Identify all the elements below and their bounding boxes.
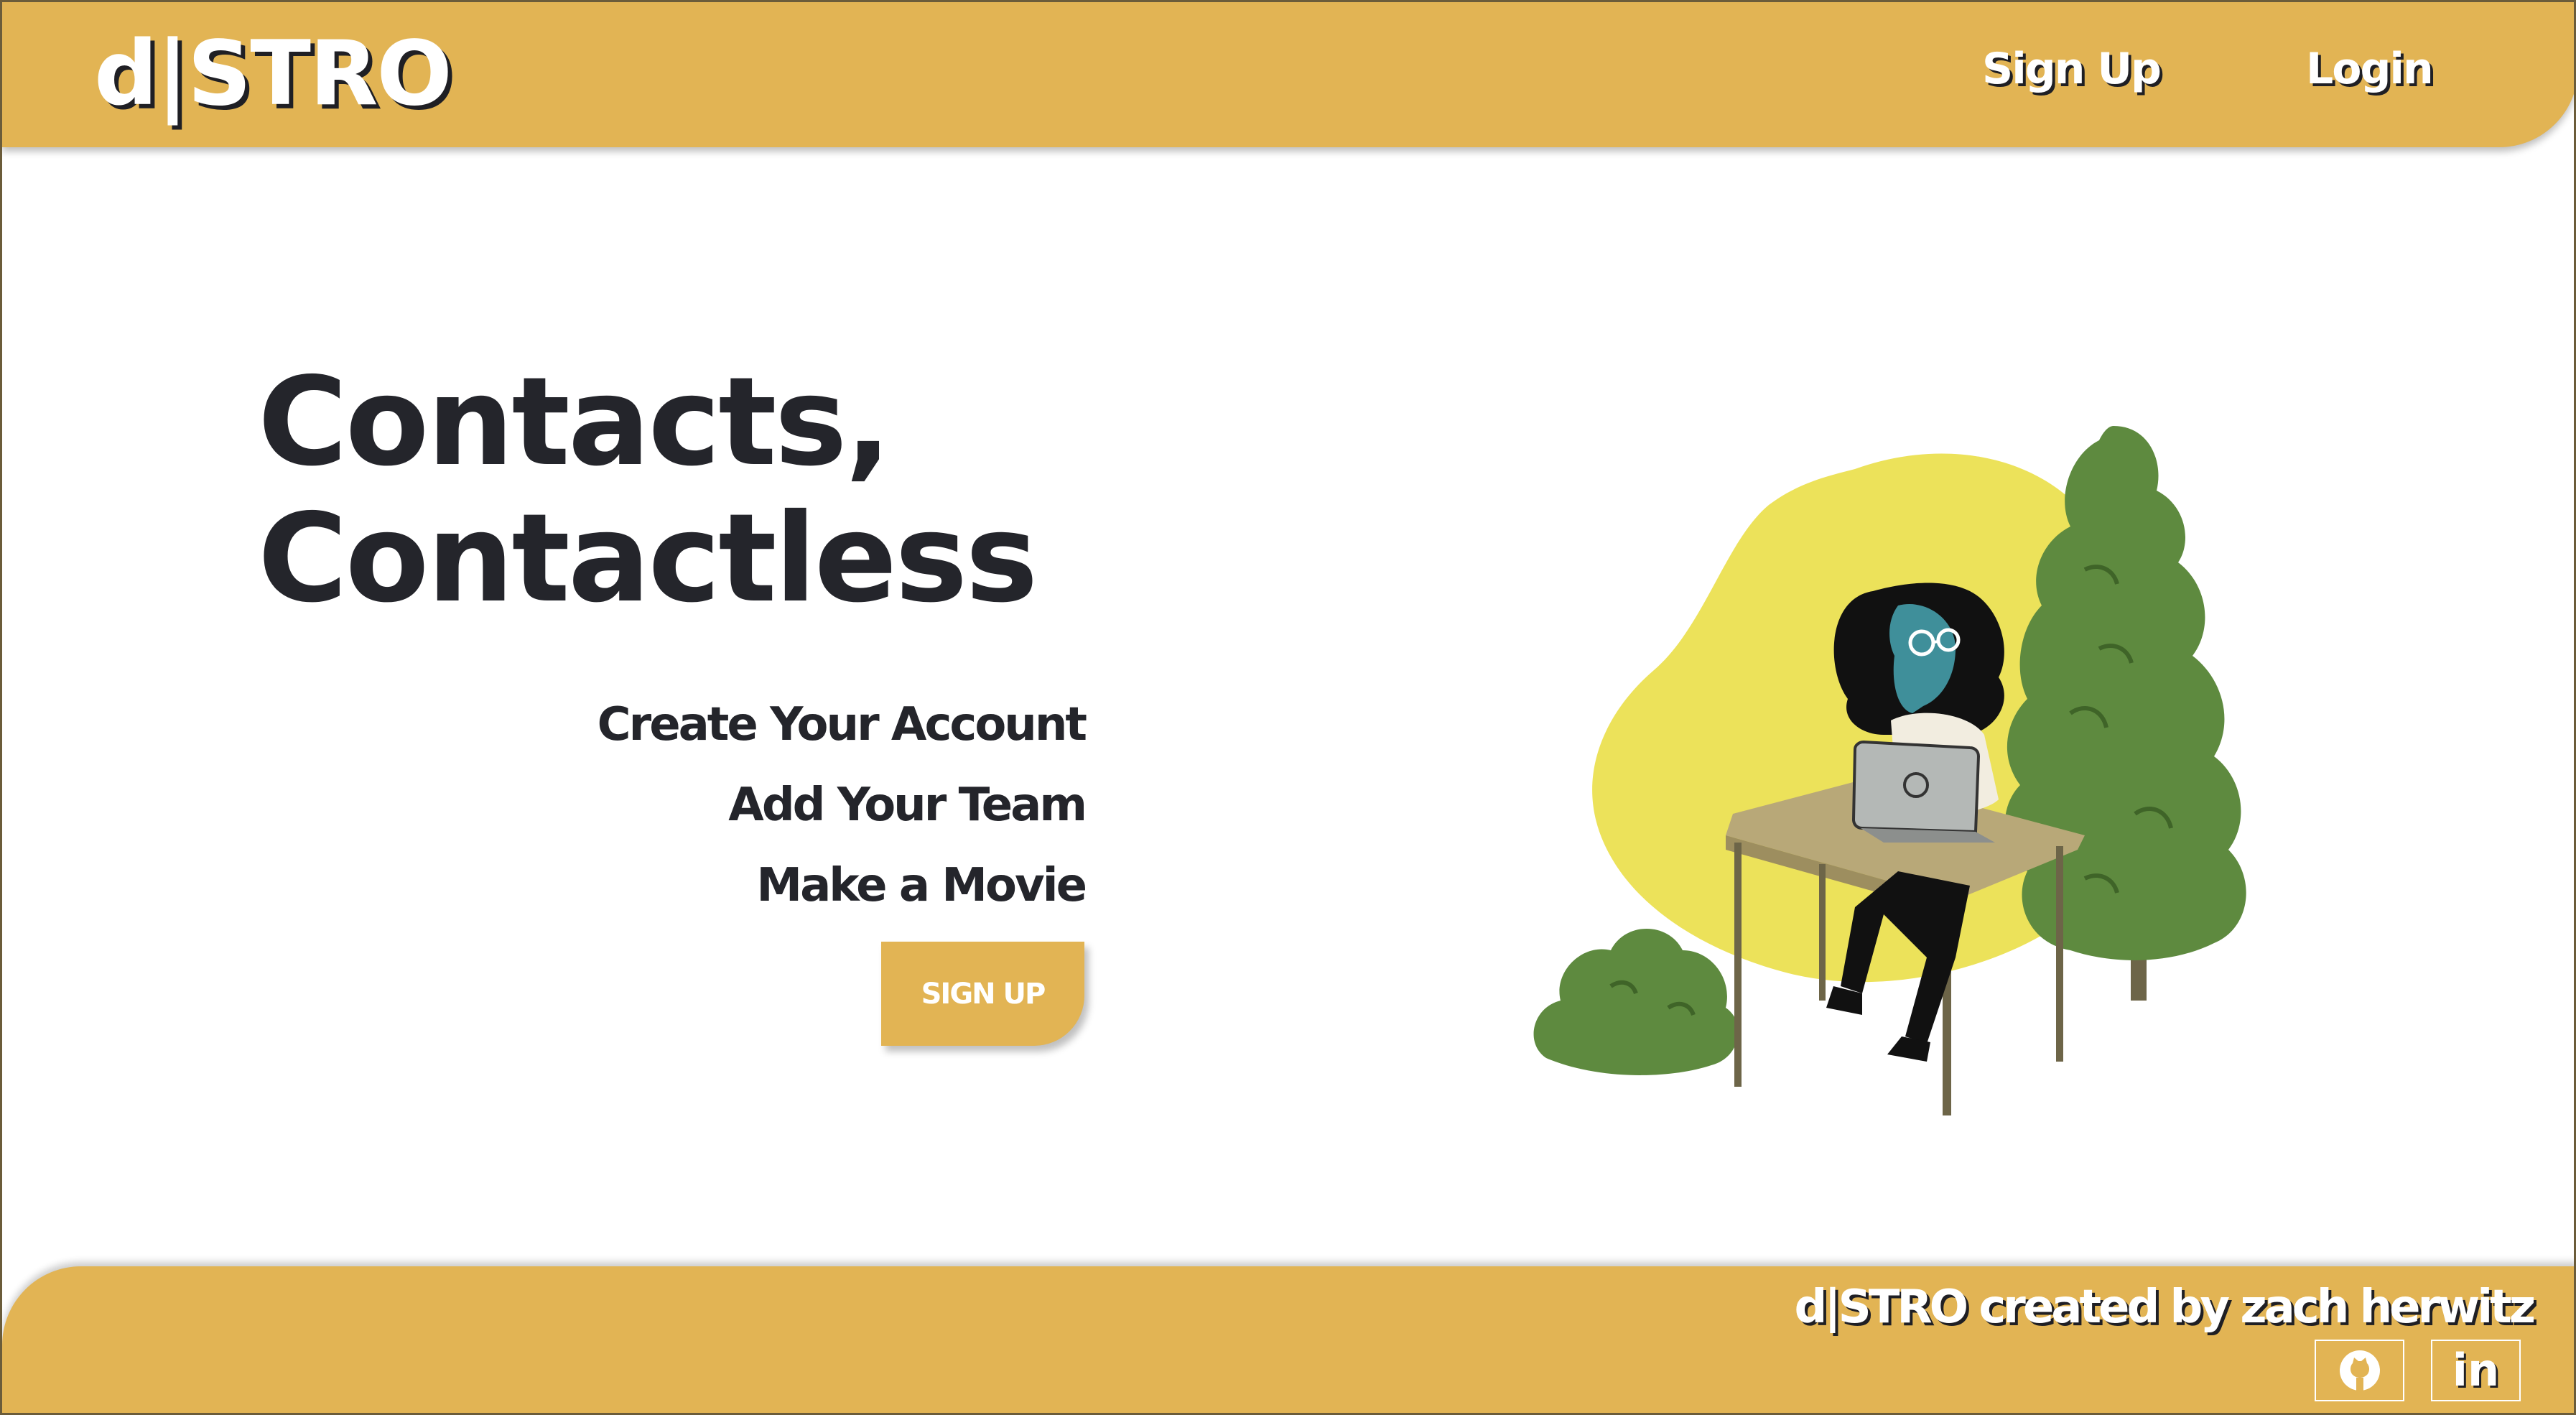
header-bar: d|STRO Sign Up Login: [2, 2, 2574, 147]
step-create-account: Create Your Account: [597, 698, 1087, 751]
github-icon: [2339, 1350, 2380, 1391]
hero-title-line-2: Contactless: [258, 488, 1038, 630]
hero-title: Contacts, Contactless: [258, 354, 1191, 627]
footer-credit: d|STRO created by zach herwitz: [1794, 1281, 2536, 1334]
step-make-movie: Make a Movie: [756, 859, 1087, 912]
steps-list: Create Your Account Add Your Team Make a…: [577, 685, 1087, 926]
footer-bar: d|STRO created by zach herwitz in: [2, 1266, 2574, 1413]
linkedin-link[interactable]: in: [2431, 1340, 2521, 1401]
nav-login-link[interactable]: Login: [2306, 44, 2434, 94]
left-bush: [1533, 929, 1739, 1075]
signup-cta-button[interactable]: SIGN UP: [881, 942, 1084, 1046]
laptop: [1851, 740, 1995, 843]
hero-illustration: [1533, 426, 2246, 1115]
logo[interactable]: d|STRO: [94, 24, 452, 124]
linkedin-icon: in: [2452, 1344, 2500, 1396]
page: d|STRO Sign Up Login Contacts, Contactle…: [0, 0, 2576, 1415]
github-link[interactable]: [2315, 1340, 2404, 1401]
nav-signup-link[interactable]: Sign Up: [1982, 44, 2162, 94]
hero-title-line-1: Contacts,: [258, 351, 891, 493]
step-add-team: Add Your Team: [728, 779, 1087, 832]
